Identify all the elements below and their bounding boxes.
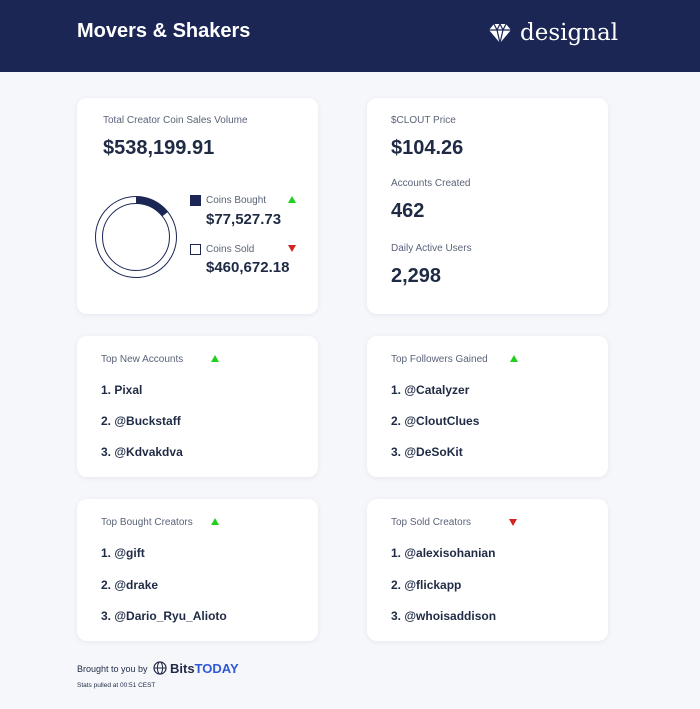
sales-volume-label: Total Creator Coin Sales Volume [103,115,248,126]
donut-inner-ring [102,203,170,271]
coins-sold-value: $460,672.18 [206,259,290,276]
top-bought-creators-card: Top Bought Creators 1. @gift 2. @drake 3… [77,499,318,641]
list-item[interactable]: 3. @Kdvakdva [101,445,183,459]
card-title: Top Followers Gained [391,354,488,365]
coins-bought-value: $77,527.73 [206,211,282,228]
accounts-created-label: Accounts Created [391,178,471,189]
clout-price-value: $104.26 [391,137,464,159]
list-item[interactable]: 1. @Catalyzer [391,383,469,397]
trend-up-icon [211,518,219,525]
top-sold-creators-card: Top Sold Creators 1. @alexisohanian 2. @… [367,499,608,641]
trend-down-icon [509,519,517,526]
card-title: Top Sold Creators [391,517,472,528]
trend-up-icon [211,355,219,362]
trend-up-icon [288,196,296,203]
list-item[interactable]: 1. Pixal [101,383,142,397]
list-item[interactable]: 3. @DeSoKit [391,445,463,459]
sales-donut-chart [95,196,177,278]
legend-sold-swatch [190,244,201,255]
stats-card: $CLOUT Price $104.26 Accounts Created 46… [367,98,608,314]
logo-bits-text: Bits [170,660,195,676]
stats-timestamp: Stats pulled at 00:51 CEST [77,682,156,689]
header-bar: Movers & Shakers designal [0,0,700,72]
card-title: Top New Accounts [101,354,184,365]
list-item[interactable]: 1. @alexisohanian [391,546,495,560]
diamond-icon [489,22,511,44]
brand-name: designal [520,20,619,46]
globe-icon [153,661,167,675]
logo-today-text: TODAY [194,660,239,676]
list-item[interactable]: 2. @flickapp [391,578,461,592]
list-item[interactable]: 2. @drake [101,578,158,592]
legend-bought-label: Coins Bought [206,195,267,206]
trend-up-icon [510,355,518,362]
clout-price-label: $CLOUT Price [391,115,456,126]
trend-down-icon [288,245,296,252]
list-item[interactable]: 2. @Buckstaff [101,414,181,428]
sales-volume-card: Total Creator Coin Sales Volume $538,199… [77,98,318,314]
list-item[interactable]: 3. @whoisaddison [391,609,496,623]
list-item[interactable]: 2. @CloutClues [391,414,479,428]
list-item[interactable]: 3. @Dario_Ryu_Alioto [101,609,227,623]
bitstoday-logo[interactable]: Bits TODAY [153,660,239,676]
top-new-accounts-card: Top New Accounts 1. Pixal 2. @Buckstaff … [77,336,318,477]
page-title: Movers & Shakers [77,20,251,42]
accounts-created-value: 462 [391,200,425,222]
footer-brought-text: Brought to you by [77,664,148,674]
dau-label: Daily Active Users [391,243,472,254]
card-title: Top Bought Creators [101,517,193,528]
legend-sold-label: Coins Sold [206,244,255,255]
sales-volume-total: $538,199.91 [103,137,215,159]
dau-value: 2,298 [391,265,442,287]
list-item[interactable]: 1. @gift [101,546,145,560]
brand-logo: designal [488,18,618,48]
top-followers-card: Top Followers Gained 1. @Catalyzer 2. @C… [367,336,608,477]
legend-bought-swatch [190,195,201,206]
